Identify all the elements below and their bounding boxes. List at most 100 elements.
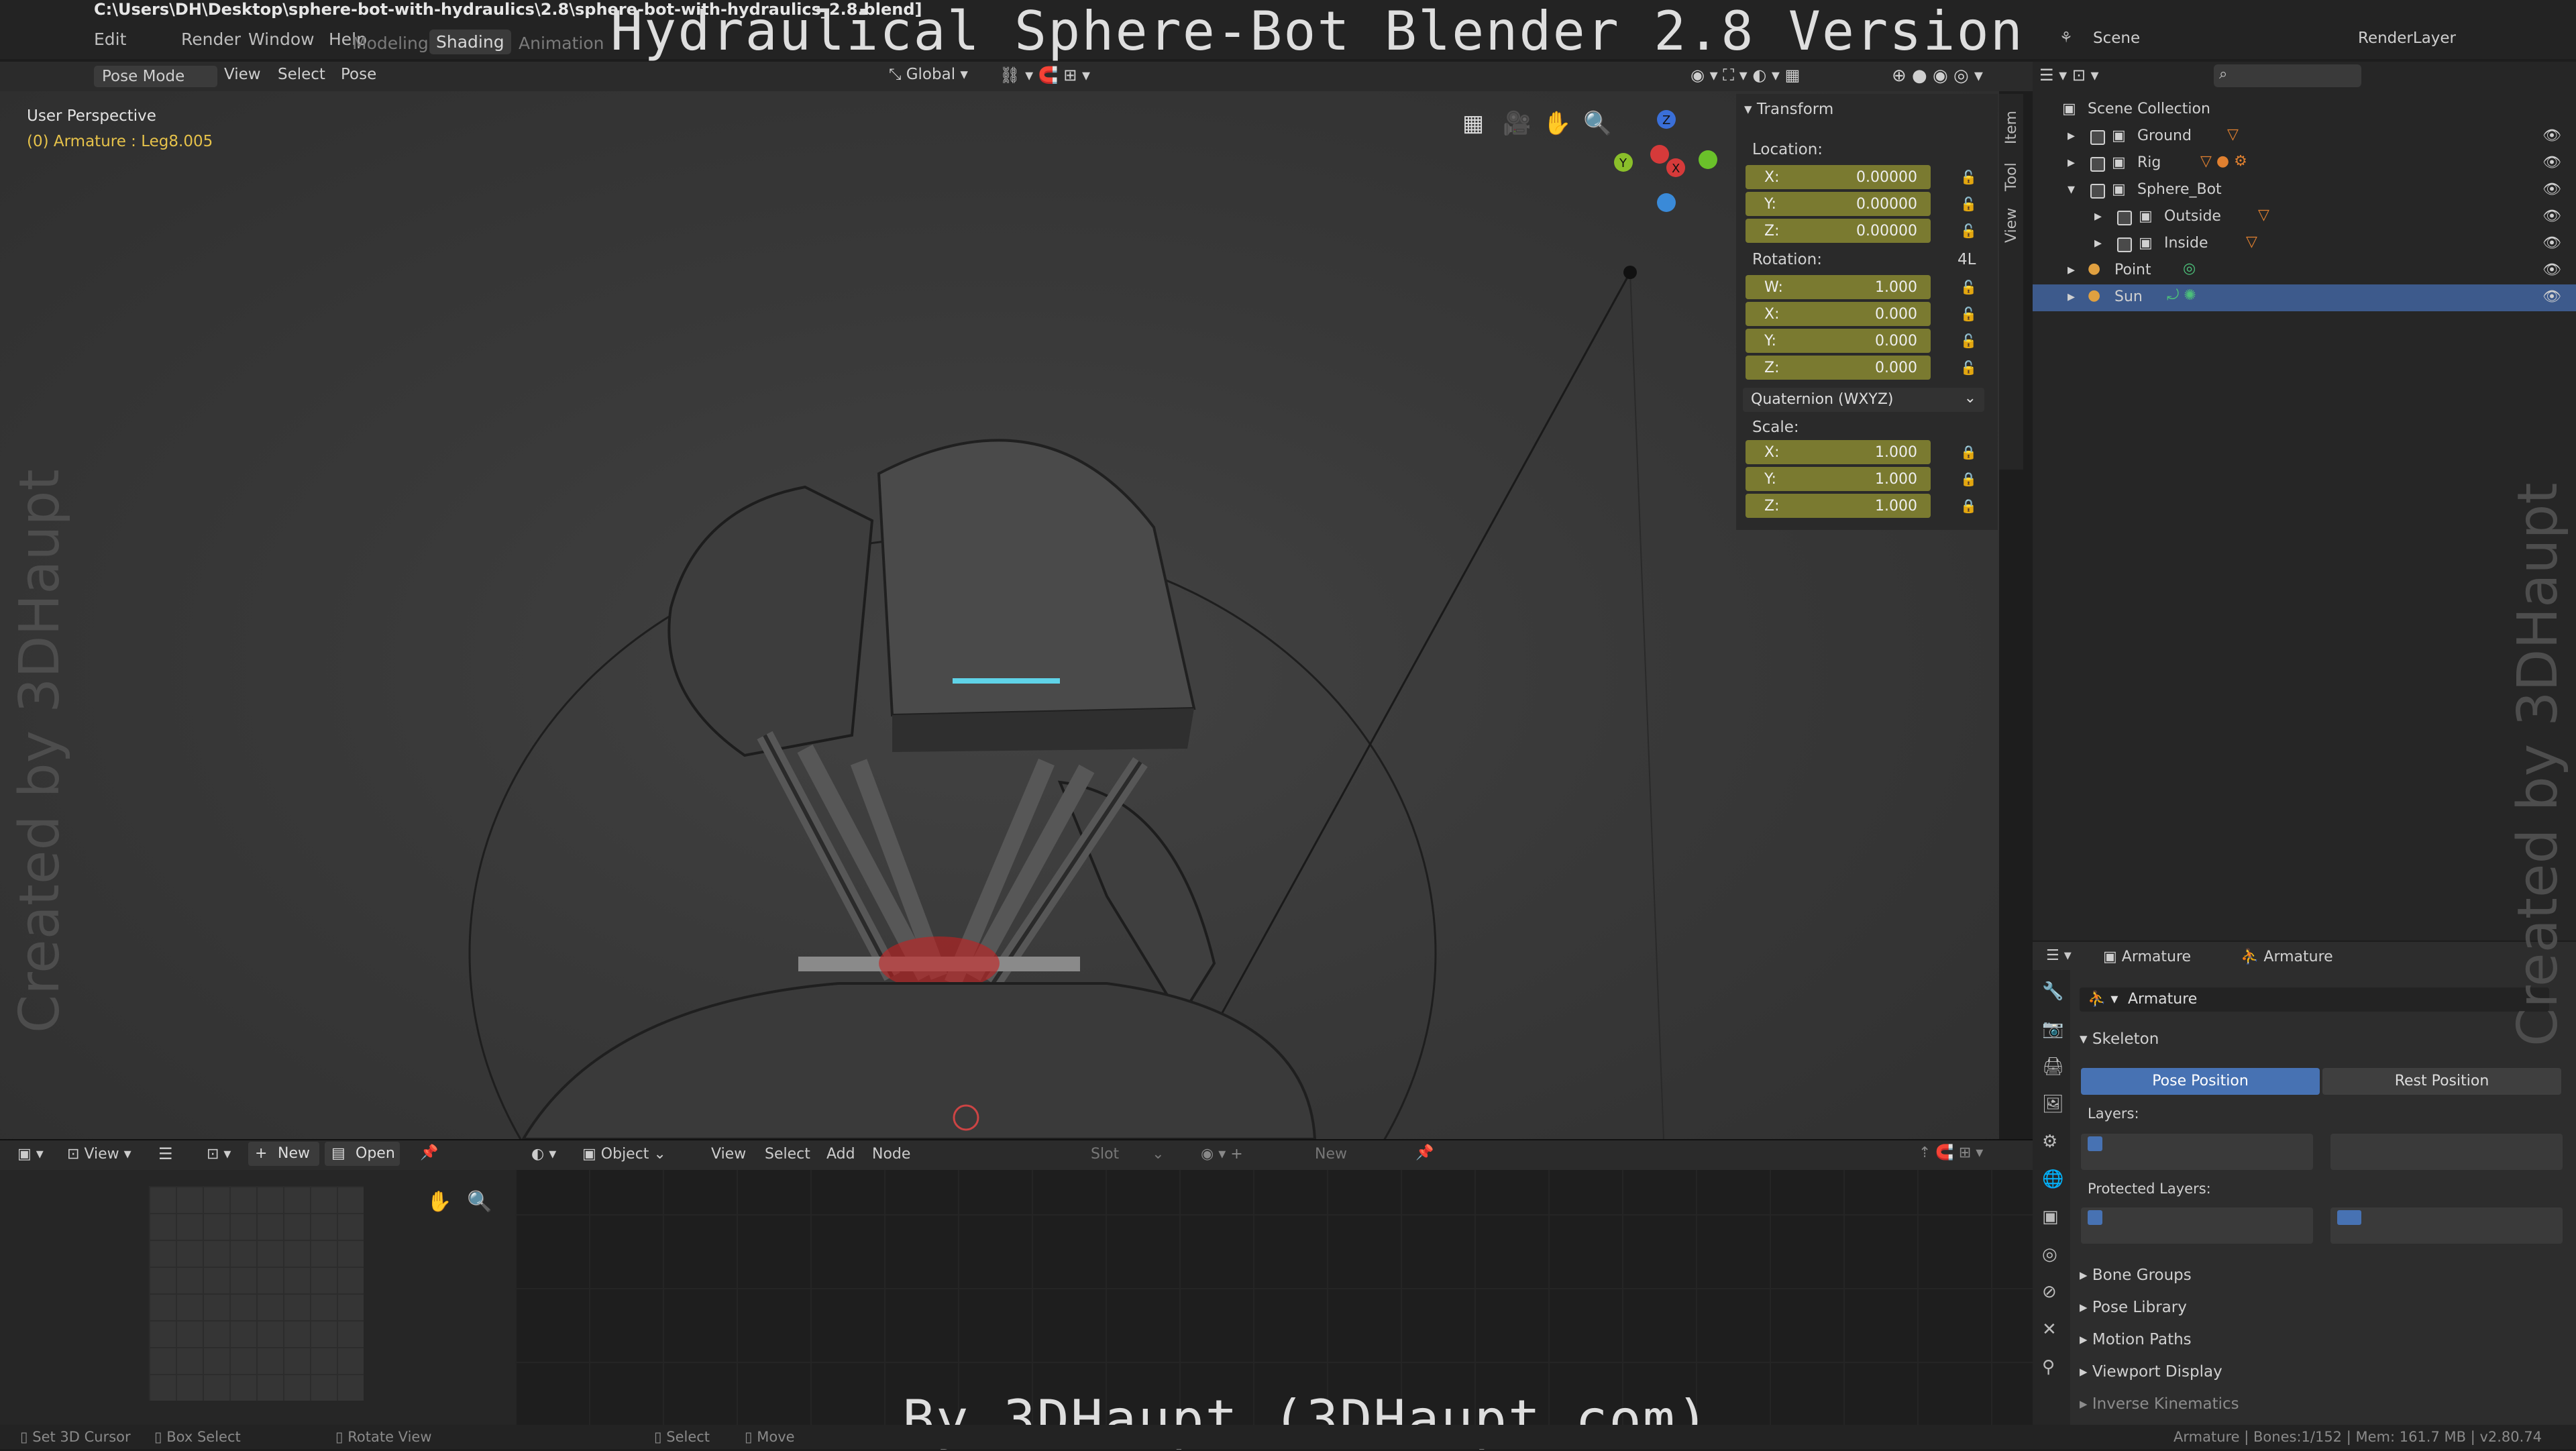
outliner-row-rig[interactable]: ▸ ▣ Rig ▽ ● ⚙ 👁 bbox=[2033, 150, 2576, 177]
bone-layers-grid[interactable] bbox=[2081, 1134, 2313, 1170]
camera-icon[interactable]: 🎥 bbox=[1503, 110, 1531, 137]
expand-arrow-icon[interactable]: ▸ bbox=[2068, 127, 2075, 144]
outliner-row-outside[interactable]: ▸ ▣ Outside ▽ 👁 bbox=[2033, 204, 2576, 231]
menu-select[interactable]: Select bbox=[765, 1146, 810, 1163]
render-layer-selector[interactable]: RenderLayer bbox=[2358, 30, 2456, 47]
hamburger-icon[interactable]: ☰ bbox=[158, 1144, 173, 1163]
menu-view[interactable]: View bbox=[224, 66, 261, 83]
outliner-row-sphere-bot[interactable]: ▾ ▣ Sphere_Bot 👁 bbox=[2033, 177, 2576, 204]
inverse-kinematics-panel[interactable]: ▸ Inverse Kinematics bbox=[2080, 1395, 2239, 1413]
skeleton-panel-header[interactable]: ▾ Skeleton bbox=[2080, 1030, 2159, 1048]
lock-open-icon[interactable]: 🔓 bbox=[1960, 360, 1977, 376]
editor-type-icon[interactable]: ▣ ▾ bbox=[17, 1146, 44, 1163]
motion-paths-panel[interactable]: ▸ Motion Paths bbox=[2080, 1331, 2192, 1348]
outliner-row-ground[interactable]: ▸ ▣ Ground ▽ 👁 bbox=[2033, 123, 2576, 150]
material-browse-icon[interactable]: ◉ ▾ + bbox=[1201, 1146, 1243, 1163]
new-image-button[interactable]: + New bbox=[248, 1142, 319, 1166]
outliner-row-inside[interactable]: ▸ ▣ Inside ▽ 👁 bbox=[2033, 231, 2576, 258]
image-view-menu[interactable]: ⊡ View ▾ bbox=[67, 1146, 131, 1163]
pose-position-button[interactable]: Pose Position bbox=[2081, 1068, 2320, 1095]
zoom-icon[interactable]: 🔍 bbox=[1583, 110, 1611, 137]
tab-view[interactable]: View bbox=[2003, 208, 2020, 243]
outliner-row-sun[interactable]: ▸ ● Sun ⤾ ✺ 👁 bbox=[2033, 284, 2576, 311]
bone-groups-panel[interactable]: ▸ Bone Groups bbox=[2080, 1267, 2192, 1284]
menu-node[interactable]: Node bbox=[872, 1146, 910, 1163]
transform-header[interactable]: ▾ Transform bbox=[1744, 101, 1833, 118]
slot-dropdown[interactable]: Slot ⌄ bbox=[1091, 1146, 1165, 1163]
lock-closed-icon[interactable]: 🔒 bbox=[1960, 498, 1977, 514]
tab-shading[interactable]: Shading bbox=[429, 30, 511, 54]
outliner-search-input[interactable]: ⌕ bbox=[2214, 64, 2361, 87]
eye-icon[interactable]: 👁 bbox=[2542, 235, 2561, 252]
pin-icon[interactable]: 📌 bbox=[1415, 1144, 1434, 1161]
menu-view[interactable]: View bbox=[711, 1146, 746, 1163]
rotation-z-field[interactable]: Z: 0.000 bbox=[1746, 356, 1931, 380]
rotation-x-field[interactable]: X: 0.000 bbox=[1746, 302, 1931, 326]
exclude-checkbox[interactable] bbox=[2117, 211, 2132, 225]
lock-open-icon[interactable]: 🔓 bbox=[1960, 279, 1977, 295]
pivot-snap-icons[interactable]: ⛓ ▾ 🧲 ⊞ ▾ bbox=[1000, 66, 1090, 85]
layer-toggle[interactable] bbox=[2337, 1210, 2361, 1225]
location-y-field[interactable]: Y: 0.00000 bbox=[1746, 192, 1931, 216]
lock-open-icon[interactable]: 🔓 bbox=[1960, 196, 1977, 212]
axis-gizmo[interactable]: Z X Y bbox=[1610, 101, 1731, 221]
editor-type-icon[interactable]: ☰ ▾ bbox=[2046, 947, 2072, 964]
outliner-row-point[interactable]: ▸ ● Point ◎ 👁 bbox=[2033, 258, 2576, 284]
eye-icon[interactable]: 👁 bbox=[2542, 127, 2561, 144]
expand-arrow-icon[interactable]: ▸ bbox=[2068, 262, 2075, 278]
scale-x-field[interactable]: X: 1.000 bbox=[1746, 440, 1931, 464]
expand-arrow-icon[interactable]: ▸ bbox=[2094, 235, 2102, 252]
image-checker-canvas[interactable] bbox=[149, 1186, 364, 1401]
outliner-row-scene-collection[interactable]: ▣ Scene Collection bbox=[2033, 97, 2576, 123]
tab-modeling[interactable]: Modeling bbox=[352, 34, 429, 53]
shader-type-dropdown[interactable]: ▣ Object ⌄ bbox=[582, 1146, 666, 1163]
properties-tab-icons[interactable]: 🔧 📷 🖨 🖼 ⚙ 🌐 ▣ ◎ ⊘ ✕ ⚲ bbox=[2042, 973, 2064, 1386]
hand-pan-icon[interactable]: ✋ bbox=[427, 1190, 451, 1214]
new-material-button[interactable]: New bbox=[1315, 1146, 1347, 1163]
expand-arrow-icon[interactable]: ▸ bbox=[2068, 154, 2075, 171]
layer-toggle[interactable] bbox=[2088, 1136, 2102, 1151]
eye-icon[interactable]: 👁 bbox=[2542, 181, 2561, 198]
scale-y-field[interactable]: Y: 1.000 bbox=[1746, 467, 1931, 491]
eye-icon[interactable]: 👁 bbox=[2542, 154, 2561, 171]
eye-icon[interactable]: 👁 bbox=[2542, 288, 2561, 305]
shader-node-editor[interactable] bbox=[515, 1140, 2033, 1425]
tab-item[interactable]: Item bbox=[2003, 111, 2020, 144]
lock-closed-icon[interactable]: 🔒 bbox=[1960, 471, 1977, 487]
tab-tool[interactable]: Tool bbox=[2003, 162, 2020, 191]
sun-lamp-icon[interactable] bbox=[1623, 266, 1637, 279]
menu-select[interactable]: Select bbox=[278, 66, 325, 83]
rotation-4l-toggle[interactable]: 4L bbox=[1957, 251, 1976, 268]
bone-layers-grid-2[interactable] bbox=[2330, 1134, 2563, 1170]
protected-layers-grid-2[interactable] bbox=[2330, 1207, 2563, 1244]
exclude-checkbox[interactable] bbox=[2090, 184, 2105, 199]
rotation-y-field[interactable]: Y: 0.000 bbox=[1746, 329, 1931, 353]
menu-add[interactable]: Add bbox=[826, 1146, 855, 1163]
menu-edit[interactable]: Edit bbox=[94, 30, 126, 49]
rest-position-button[interactable]: Rest Position bbox=[2322, 1068, 2561, 1095]
outliner-display-mode[interactable]: ☰ ▾ ⊡ ▾ bbox=[2039, 66, 2099, 85]
pose-library-panel[interactable]: ▸ Pose Library bbox=[2080, 1299, 2187, 1316]
overlay-toggles[interactable]: ◉ ▾ ⛶ ▾ ◐ ▾ ▦ bbox=[1690, 66, 1800, 85]
scene-selector[interactable]: Scene bbox=[2093, 30, 2140, 47]
eye-icon[interactable]: 👁 bbox=[2542, 262, 2561, 278]
expand-arrow-icon[interactable]: ▸ bbox=[2094, 208, 2102, 225]
pin-icon[interactable]: 📌 bbox=[420, 1144, 438, 1161]
expand-arrow-icon[interactable]: ▸ bbox=[2068, 288, 2075, 305]
viewport-display-panel[interactable]: ▸ Viewport Display bbox=[2080, 1363, 2222, 1381]
lock-open-icon[interactable]: 🔓 bbox=[1960, 169, 1977, 185]
rotation-w-field[interactable]: W: 1.000 bbox=[1746, 275, 1931, 299]
menu-pose[interactable]: Pose bbox=[341, 66, 376, 83]
open-image-button[interactable]: ▤ Open bbox=[325, 1142, 400, 1166]
lock-closed-icon[interactable]: 🔒 bbox=[1960, 444, 1977, 460]
exclude-checkbox[interactable] bbox=[2117, 237, 2132, 252]
lock-open-icon[interactable]: 🔓 bbox=[1960, 333, 1977, 349]
location-z-field[interactable]: Z: 0.00000 bbox=[1746, 219, 1931, 243]
transform-orientation-dropdown[interactable]: ⤡ Global ▾ bbox=[889, 66, 968, 83]
grid-icon[interactable]: ▦ bbox=[1462, 110, 1484, 137]
exclude-checkbox[interactable] bbox=[2090, 130, 2105, 145]
rotation-mode-dropdown[interactable]: Quaternion (WXYZ) ⌄ bbox=[1743, 388, 1984, 412]
layer-toggle[interactable] bbox=[2088, 1210, 2102, 1225]
lock-open-icon[interactable]: 🔓 bbox=[1960, 223, 1977, 239]
editor-type-icon[interactable]: ◐ ▾ bbox=[531, 1146, 556, 1163]
